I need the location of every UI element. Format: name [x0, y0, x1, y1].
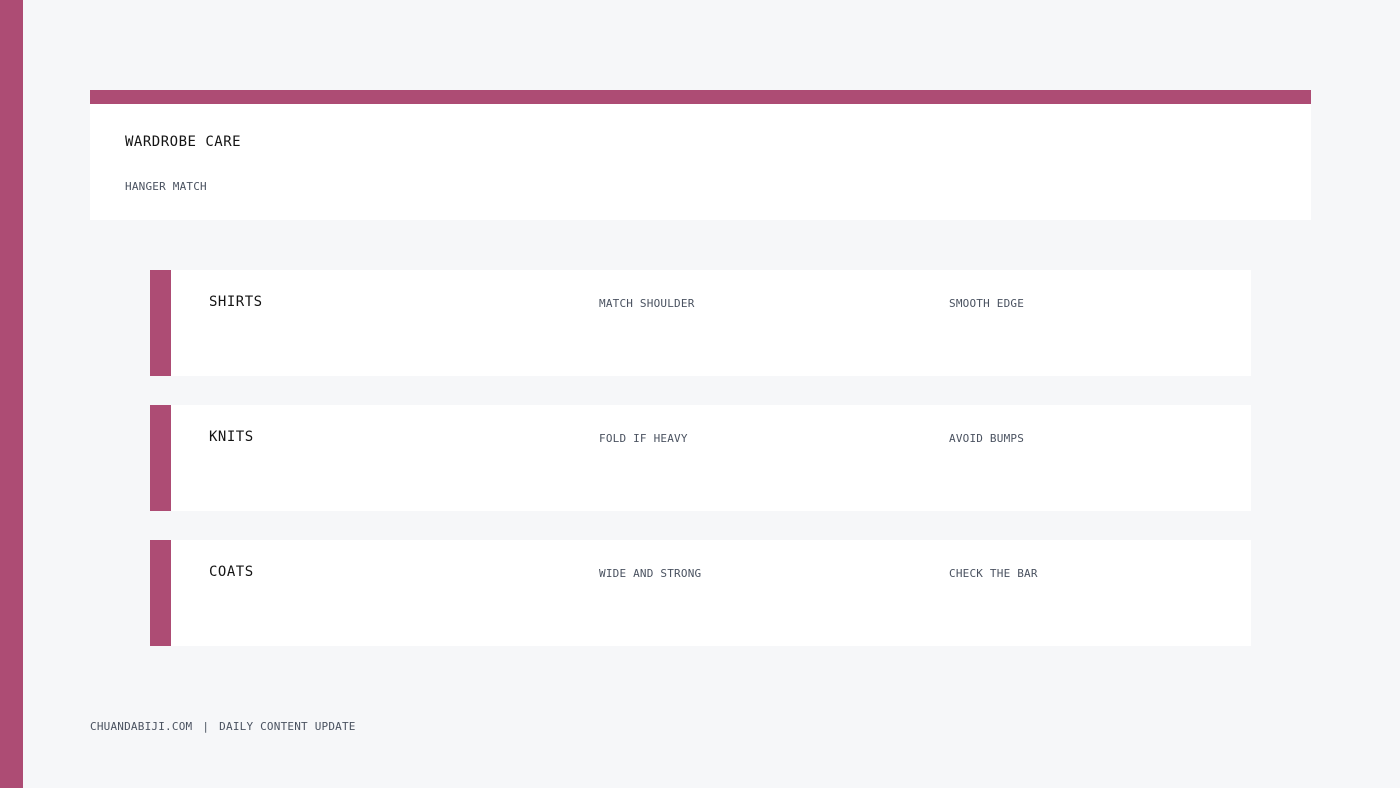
- footer-separator: |: [202, 720, 210, 733]
- footer: CHUANDABIJI.COM | DAILY CONTENT UPDATE: [90, 720, 356, 733]
- page-subtitle: HANGER MATCH: [125, 180, 207, 193]
- page-title: WARDROBE CARE: [125, 134, 242, 150]
- card-accent-bar: [150, 405, 171, 511]
- category-title: COATS: [209, 564, 254, 580]
- category-tip-primary: FOLD IF HEAVY: [599, 432, 688, 445]
- category-title: KNITS: [209, 429, 254, 445]
- category-tip-secondary: SMOOTH EDGE: [949, 297, 1025, 310]
- category-card-coats: COATS WIDE AND STRONG CHECK THE BAR: [150, 540, 1251, 646]
- category-tip-primary: WIDE AND STRONG: [599, 567, 702, 580]
- category-title: SHIRTS: [209, 294, 263, 310]
- footer-site: CHUANDABIJI.COM: [90, 720, 193, 733]
- category-card-knits: KNITS FOLD IF HEAVY AVOID BUMPS: [150, 405, 1251, 511]
- category-tip-secondary: CHECK THE BAR: [949, 567, 1038, 580]
- footer-tagline: DAILY CONTENT UPDATE: [219, 720, 356, 733]
- header-card: WARDROBE CARE HANGER MATCH: [90, 90, 1311, 220]
- category-tip-primary: MATCH SHOULDER: [599, 297, 695, 310]
- category-tip-secondary: AVOID BUMPS: [949, 432, 1025, 445]
- left-accent-rail: [0, 0, 23, 788]
- category-card-shirts: SHIRTS MATCH SHOULDER SMOOTH EDGE: [150, 270, 1251, 376]
- card-accent-bar: [150, 270, 171, 376]
- header-accent-bar: [90, 90, 1311, 104]
- card-accent-bar: [150, 540, 171, 646]
